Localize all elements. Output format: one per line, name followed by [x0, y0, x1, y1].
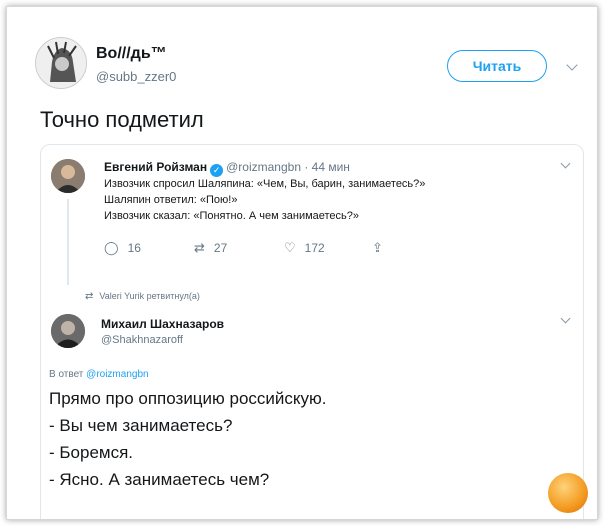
quoted-line: Извозчик спросил Шаляпина: «Чем, Вы, бар… — [104, 178, 426, 190]
heart-icon: ♡ — [284, 240, 296, 255]
quoted-tweet-card[interactable]: Евгений Ройзман ✓ @roizmangbn · 44 мин Изв… — [40, 144, 584, 519]
reply-to-prefix: В ответ — [49, 369, 84, 380]
reply-line: - Вы чем занимаетесь? — [49, 416, 233, 435]
quoted-avatar[interactable] — [51, 159, 85, 193]
watermark-logo — [548, 473, 588, 513]
like-action[interactable]: ♡ 172 — [284, 240, 325, 256]
quoted-line: Извозчик сказал: «Понятно. А чем занимае… — [104, 210, 360, 222]
quoted-author-name[interactable]: Евгений Ройзман — [104, 160, 207, 174]
reply-action[interactable]: ◯ 16 — [104, 240, 141, 256]
thread-connector — [67, 199, 69, 285]
retweet-note-text[interactable]: Valeri Yurik ретвитнул(а) — [99, 291, 199, 301]
retweet-icon: ⇄ — [194, 240, 205, 255]
follow-button[interactable]: Читать — [447, 50, 547, 82]
retweet-note: ⇄ Valeri Yurik ретвитнул(а) — [85, 291, 200, 302]
tweet-text: Точно подметил — [40, 107, 204, 132]
chevron-down-icon[interactable] — [566, 59, 578, 71]
share-action[interactable]: ⇪ — [372, 240, 392, 256]
reply-count: 16 — [127, 241, 141, 255]
reply-line: Прямо про оппозицию российскую. — [49, 389, 327, 408]
retweet-count: 27 — [213, 241, 228, 255]
reply-author-handle[interactable]: @Shakhnazaroff — [101, 334, 183, 346]
chevron-down-icon[interactable] — [560, 313, 571, 324]
share-icon: ⇪ — [372, 240, 383, 255]
retweet-action[interactable]: ⇄ 27 — [194, 240, 227, 256]
verified-icon: ✓ — [210, 164, 224, 177]
outer-display-name[interactable]: Во///дь™ — [96, 45, 167, 63]
reply-line: - Ясно. А занимаетесь чем? — [49, 470, 270, 489]
reply-line: - Боремся. — [49, 443, 134, 462]
reply-to-link[interactable]: @roizmangbn — [86, 369, 148, 380]
like-count: 172 — [304, 241, 325, 255]
reply-author-name[interactable]: Михаил Шахназаров — [101, 317, 224, 331]
reply-to-line: В ответ @roizmangbn — [49, 369, 149, 380]
retweet-icon: ⇄ — [85, 291, 94, 302]
reply-avatar[interactable] — [51, 314, 85, 348]
chevron-down-icon[interactable] — [560, 158, 571, 169]
reply-icon: ◯ — [104, 240, 119, 255]
quoted-line: Шаляпин ответил: «Пою!» — [104, 194, 238, 206]
tweet-screenshot: Во///дь™ @subb_zzer0 Читать Точно подмет… — [6, 6, 598, 520]
quoted-author: Евгений Ройзман ✓ @roizmangbn · 44 мин — [104, 160, 350, 177]
outer-avatar[interactable] — [35, 37, 87, 89]
outer-handle[interactable]: @subb_zzer0 — [96, 69, 176, 84]
quoted-actions: ◯ 16 ⇄ 27 ♡ 172 ⇪ — [104, 240, 404, 256]
quoted-meta: @roizmangbn · 44 мин — [226, 160, 350, 174]
